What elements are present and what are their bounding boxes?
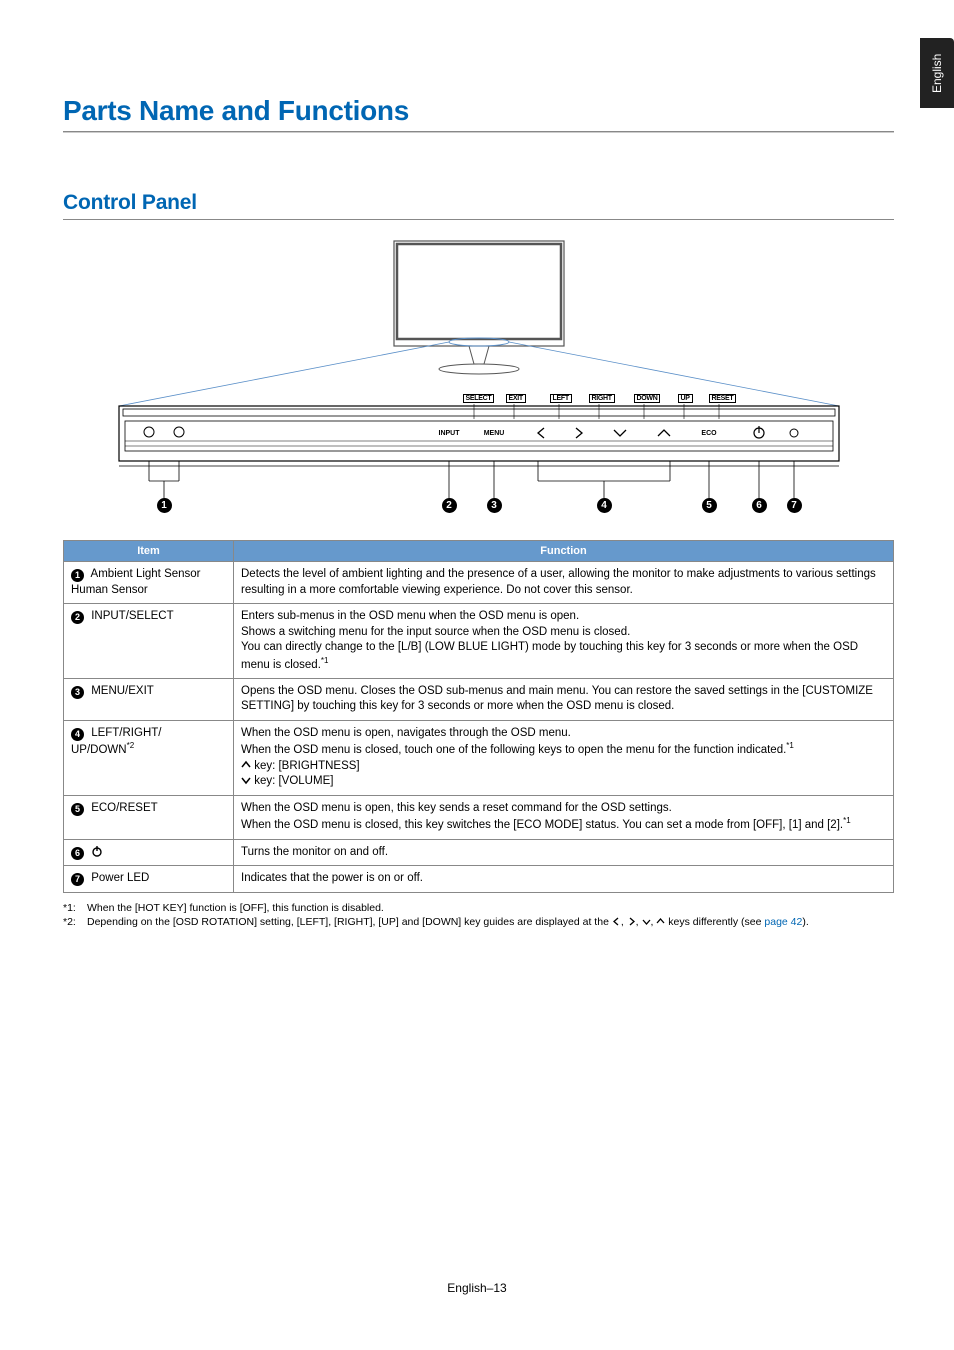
- control-panel-table: Item Function 1 Ambient Light SensorHuma…: [63, 540, 894, 893]
- footnote-1-text: When the [HOT KEY] function is [OFF], th…: [87, 901, 384, 916]
- table-cell-item: 2 INPUT/SELECT: [64, 604, 234, 679]
- table-cell-function: Opens the OSD menu. Closes the OSD sub-m…: [234, 678, 894, 720]
- diagram-label-up: UP: [678, 394, 693, 403]
- table-cell-item: 5 ECO/RESET: [64, 795, 234, 839]
- page-content: Parts Name and Functions Control Panel: [0, 0, 954, 930]
- diagram-label-down: DOWN: [634, 394, 661, 403]
- table-cell-item: 4 LEFT/RIGHT/UP/DOWN*2: [64, 720, 234, 795]
- table-cell-item: 7 Power LED: [64, 866, 234, 893]
- table-row: 3 MENU/EXITOpens the OSD menu. Closes th…: [64, 678, 894, 720]
- row-number-badge: 3: [71, 686, 84, 699]
- svg-text:MENU: MENU: [483, 430, 504, 437]
- table-cell-function: Detects the level of ambient lighting an…: [234, 562, 894, 604]
- subtitle-rule: [63, 219, 894, 220]
- table-cell-item: 1 Ambient Light SensorHuman Sensor: [64, 562, 234, 604]
- diagram-callout-2: 2: [442, 498, 457, 513]
- table-row: 7 Power LEDIndicates that the power is o…: [64, 866, 894, 893]
- diagram-label-select: SELECT: [463, 394, 495, 403]
- footnote-1-label: *1:: [63, 901, 87, 916]
- diagram-label-right: RIGHT: [589, 394, 615, 403]
- chevron-right-icon: [627, 917, 636, 926]
- page-title: Parts Name and Functions: [63, 95, 894, 127]
- footnotes: *1: When the [HOT KEY] function is [OFF]…: [63, 901, 894, 930]
- table-cell-function: When the OSD menu is open, navigates thr…: [234, 720, 894, 795]
- table-row: 4 LEFT/RIGHT/UP/DOWN*2When the OSD menu …: [64, 720, 894, 795]
- row-number-badge: 6: [71, 847, 84, 860]
- table-cell-function: Enters sub-menus in the OSD menu when th…: [234, 604, 894, 679]
- page-number: English–13: [0, 1281, 954, 1295]
- svg-text:ECO: ECO: [701, 430, 717, 437]
- table-cell-item: 6: [64, 839, 234, 866]
- row-number-badge: 4: [71, 728, 84, 741]
- diagram-callout-4: 4: [597, 498, 612, 513]
- row-number-badge: 2: [71, 611, 84, 624]
- footnote-2-text: Depending on the [OSD ROTATION] setting,…: [87, 915, 809, 930]
- diagram-callout-7: 7: [787, 498, 802, 513]
- diagram-label-exit: EXIT: [506, 394, 526, 403]
- diagram-label-left: LEFT: [550, 394, 572, 403]
- diagram-label-reset: RESET: [709, 394, 737, 403]
- row-number-badge: 5: [71, 803, 84, 816]
- row-number-badge: 7: [71, 873, 84, 886]
- diagram-callout-5: 5: [702, 498, 717, 513]
- diagram-callout-6: 6: [752, 498, 767, 513]
- row-number-badge: 1: [71, 569, 84, 582]
- title-rule: [63, 131, 894, 133]
- table-cell-function: When the OSD menu is open, this key send…: [234, 795, 894, 839]
- section-subtitle: Control Panel: [63, 191, 894, 215]
- table-header-item: Item: [64, 541, 234, 562]
- footnote-2-label: *2:: [63, 915, 87, 930]
- chevron-up-icon: [656, 917, 665, 926]
- table-cell-function: Turns the monitor on and off.: [234, 839, 894, 866]
- table-row: 5 ECO/RESETWhen the OSD menu is open, th…: [64, 795, 894, 839]
- chevron-down-icon: [642, 917, 651, 926]
- page-reference-link[interactable]: page 42: [764, 916, 802, 928]
- control-panel-diagram: INPUT MENU ECO: [79, 236, 879, 536]
- table-row: 2 INPUT/SELECTEnters sub-menus in the OS…: [64, 604, 894, 679]
- table-cell-function: Indicates that the power is on or off.: [234, 866, 894, 893]
- table-cell-item: 3 MENU/EXIT: [64, 678, 234, 720]
- diagram-callout-1: 1: [157, 498, 172, 513]
- chevron-left-icon: [612, 917, 621, 926]
- table-row: 6 Turns the monitor on and off.: [64, 839, 894, 866]
- diagram-callout-3: 3: [487, 498, 502, 513]
- table-header-function: Function: [234, 541, 894, 562]
- svg-text:INPUT: INPUT: [438, 430, 460, 437]
- table-row: 1 Ambient Light SensorHuman SensorDetect…: [64, 562, 894, 604]
- language-tab: English: [920, 38, 954, 108]
